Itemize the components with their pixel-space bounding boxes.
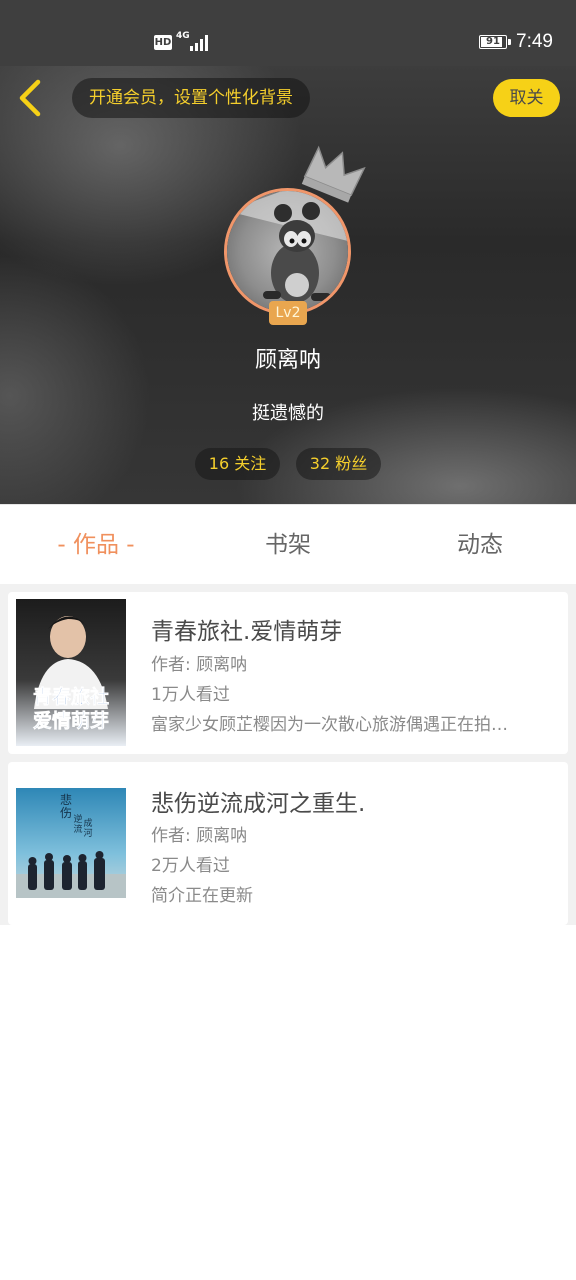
cover-char: 流	[73, 823, 82, 835]
cover-char: 河	[83, 827, 92, 839]
cover-char: 伤	[60, 806, 72, 820]
book-title: 悲伤逆流成河之重生.	[151, 791, 366, 817]
works-list: 青春旅社 爱情萌芽 青春旅社.爱情萌芽 作者: 顾离呐 1万人看过 富家少女顾芷…	[0, 584, 576, 925]
level-badge: Lv2	[269, 301, 307, 325]
cover-char: 逆	[73, 813, 82, 825]
book-cover: 悲 伤 逆 流 成 河	[16, 788, 126, 898]
avatar[interactable]	[224, 188, 351, 315]
book-card[interactable]: 青春旅社 爱情萌芽 青春旅社.爱情萌芽 作者: 顾离呐 1万人看过 富家少女顾芷…	[8, 592, 568, 754]
book-title: 青春旅社.爱情萌芽	[151, 619, 343, 645]
profile-tabs: - 作品 - 书架 动态	[0, 504, 576, 584]
battery-percent: 91	[486, 36, 500, 47]
book-card[interactable]: 悲 伤 逆 流 成 河 悲伤逆流成河之重生. 作者: 顾离呐 2万人看过 简介正…	[8, 762, 568, 925]
book-cover: 青春旅社 爱情萌芽	[16, 599, 126, 746]
following-count[interactable]: 16 关注	[195, 448, 280, 480]
status-bar: HD 4G 91 7:49	[0, 0, 576, 66]
cover-title-line-1: 青春旅社	[33, 685, 109, 708]
tab-works[interactable]: - 作品 -	[0, 505, 192, 585]
hd-icon: HD	[154, 35, 172, 50]
battery-icon: 91	[479, 35, 507, 49]
book-author: 作者: 顾离呐	[151, 826, 248, 846]
username: 顾离呐	[254, 348, 321, 373]
clock: 7:49	[516, 31, 553, 52]
tab-bookshelf[interactable]: 书架	[192, 505, 384, 585]
cover-image: 青春旅社 爱情萌芽	[16, 599, 126, 746]
book-description: 富家少女顾芷樱因为一次散心旅游偶遇正在拍…	[151, 715, 508, 735]
avatar-image	[227, 191, 348, 312]
book-description: 简介正在更新	[151, 886, 253, 906]
profile-signature: 挺遗憾的	[252, 403, 324, 424]
cartoon-cat-illustration	[227, 191, 348, 303]
cover-char: 悲	[60, 792, 72, 807]
cover-title-line-2: 爱情萌芽	[33, 709, 109, 732]
tab-moments[interactable]: 动态	[384, 505, 576, 585]
profile-header: 开通会员，设置个性化背景 取关 Lv2 顾离呐 挺遗憾的 16 关注 32 粉丝	[0, 66, 576, 504]
book-author: 作者: 顾离呐	[151, 655, 248, 675]
chevron-left-icon	[19, 79, 41, 117]
signal-icon	[186, 33, 210, 51]
unfollow-button[interactable]: 取关	[493, 79, 560, 117]
back-button[interactable]	[12, 78, 52, 118]
book-views: 1万人看过	[151, 685, 230, 705]
book-views: 2万人看过	[151, 856, 230, 876]
cover-char: 成	[83, 817, 92, 829]
fans-count[interactable]: 32 粉丝	[296, 448, 381, 480]
battery-tip	[508, 39, 511, 45]
cover-image: 悲 伤 逆 流 成 河	[16, 788, 126, 898]
vip-background-banner[interactable]: 开通会员，设置个性化背景	[72, 78, 310, 118]
